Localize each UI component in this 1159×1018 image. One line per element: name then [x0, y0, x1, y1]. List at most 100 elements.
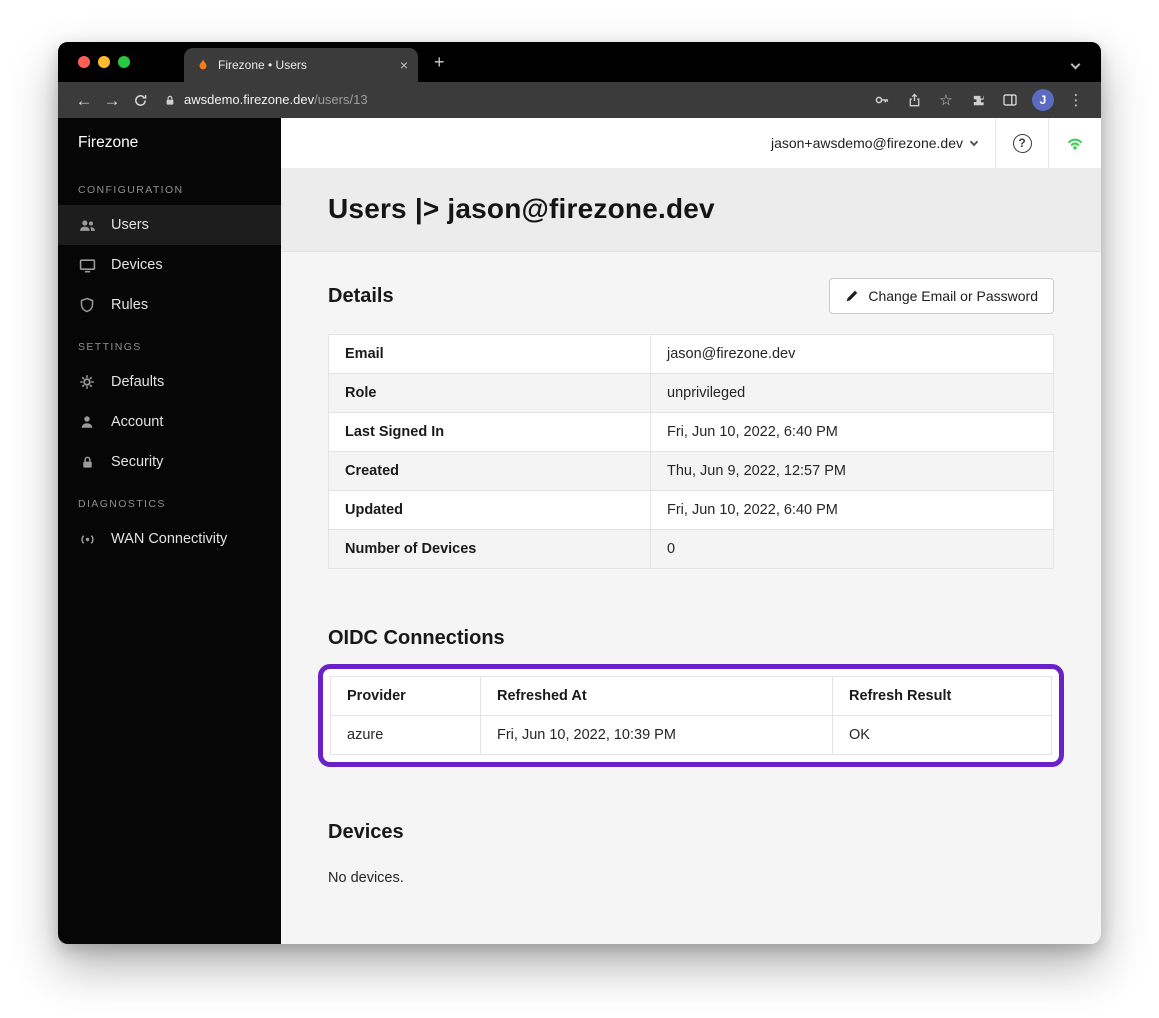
page-heading-band: Users |> jason@firezone.dev [281, 168, 1101, 252]
bookmark-star-icon[interactable]: ☆ [933, 87, 959, 113]
column-header: Refresh Result [833, 677, 1052, 716]
tab-strip: Firezone • Users × + [58, 42, 1101, 82]
sidebar-section-settings: SETTINGS [58, 325, 281, 362]
sidebar-item-label: Devices [111, 257, 163, 273]
tab-title: Firezone • Users [218, 58, 392, 72]
url-domain: awsdemo.firezone.dev [184, 92, 314, 107]
detail-value: Fri, Jun 10, 2022, 6:40 PM [651, 491, 1054, 530]
oidc-refresh-result: OK [833, 716, 1052, 755]
sidebar-item-users[interactable]: Users [58, 205, 281, 245]
detail-label: Role [329, 374, 651, 413]
annotation-highlight-box: Provider Refreshed At Refresh Result azu… [318, 664, 1064, 767]
sidebar-item-label: Rules [111, 297, 148, 313]
extensions-button[interactable] [965, 87, 991, 113]
sidebar-item-devices[interactable]: Devices [58, 245, 281, 285]
back-button[interactable]: ← [70, 86, 98, 114]
side-panel-icon [1002, 92, 1018, 108]
oidc-heading: OIDC Connections [328, 627, 1054, 650]
devices-heading: Devices [328, 821, 1054, 844]
sidebar-section-configuration: CONFIGURATION [58, 168, 281, 205]
oidc-table: Provider Refreshed At Refresh Result azu… [330, 676, 1052, 755]
pencil-icon [845, 289, 859, 303]
sidebar-item-label: Users [111, 217, 149, 233]
browser-menu-icon[interactable]: ⋮ [1063, 87, 1089, 113]
firezone-favicon-icon [196, 58, 210, 72]
person-icon [78, 414, 96, 430]
details-section-head: Details Change Email or Password [328, 278, 1054, 314]
account-email: jason+awsdemo@firezone.dev [771, 135, 963, 151]
browser-window: Firezone • Users × + ← → awsdemo.firezon… [58, 42, 1101, 944]
table-header-row: Provider Refreshed At Refresh Result [331, 677, 1052, 716]
details-heading: Details [328, 285, 394, 308]
oidc-refreshed-at: Fri, Jun 10, 2022, 10:39 PM [481, 716, 833, 755]
profile-avatar[interactable]: J [1032, 89, 1054, 111]
table-row: Last Signed In Fri, Jun 10, 2022, 6:40 P… [329, 413, 1054, 452]
forward-button[interactable]: → [98, 86, 126, 114]
main-area: jason+awsdemo@firezone.dev ? Use [281, 118, 1101, 944]
detail-label: Email [329, 335, 651, 374]
sidebar: Firezone CONFIGURATION Users [58, 118, 281, 944]
side-panel-button[interactable] [997, 87, 1023, 113]
table-row: azure Fri, Jun 10, 2022, 10:39 PM OK [331, 716, 1052, 755]
tab-search-chevron-icon[interactable] [1072, 55, 1079, 73]
change-email-password-button[interactable]: Change Email or Password [829, 278, 1054, 314]
help-icon: ? [1013, 134, 1032, 153]
account-menu[interactable]: jason+awsdemo@firezone.dev [753, 118, 995, 168]
table-row: Created Thu, Jun 9, 2022, 12:57 PM [329, 452, 1054, 491]
detail-label: Updated [329, 491, 651, 530]
new-tab-button[interactable]: + [434, 53, 445, 71]
zoom-window-button[interactable] [118, 56, 130, 68]
puzzle-icon [971, 93, 986, 108]
users-icon [78, 217, 96, 234]
close-window-button[interactable] [78, 56, 90, 68]
sidebar-item-label: WAN Connectivity [111, 531, 227, 547]
detail-value: Fri, Jun 10, 2022, 6:40 PM [651, 413, 1054, 452]
sidebar-item-defaults[interactable]: Defaults [58, 362, 281, 402]
monitor-icon [78, 257, 96, 274]
detail-value: 0 [651, 530, 1054, 569]
reload-button[interactable] [126, 86, 154, 114]
help-button[interactable]: ? [996, 118, 1048, 168]
change-button-label: Change Email or Password [868, 288, 1038, 304]
table-row: Updated Fri, Jun 10, 2022, 6:40 PM [329, 491, 1054, 530]
sidebar-section-diagnostics: DIAGNOSTICS [58, 482, 281, 519]
broadcast-icon [78, 531, 96, 548]
tab-close-icon[interactable]: × [400, 58, 408, 72]
table-row: Email jason@firezone.dev [329, 335, 1054, 374]
devices-empty-message: No devices. [328, 870, 1054, 886]
column-header: Provider [331, 677, 481, 716]
oidc-section: OIDC Connections Provider Refreshed At R… [328, 627, 1054, 767]
browser-tab[interactable]: Firezone • Users × [184, 48, 418, 82]
chevron-down-icon [970, 137, 978, 145]
detail-label: Number of Devices [329, 530, 651, 569]
toolbar-actions: ☆ J ⋮ [869, 87, 1089, 113]
detail-value: Thu, Jun 9, 2022, 12:57 PM [651, 452, 1054, 491]
address-bar[interactable]: awsdemo.firezone.dev/users/13 [154, 91, 869, 109]
reload-icon [133, 93, 148, 108]
sidebar-item-rules[interactable]: Rules [58, 285, 281, 325]
brand[interactable]: Firezone [58, 118, 281, 168]
lock-icon [78, 455, 96, 470]
sidebar-item-account[interactable]: Account [58, 402, 281, 442]
share-button[interactable] [901, 87, 927, 113]
table-row: Number of Devices 0 [329, 530, 1054, 569]
table-row: Role unprivileged [329, 374, 1054, 413]
share-icon [907, 93, 922, 108]
sidebar-item-wan-connectivity[interactable]: WAN Connectivity [58, 519, 281, 559]
detail-value: jason@firezone.dev [651, 335, 1054, 374]
detail-value: unprivileged [651, 374, 1054, 413]
key-icon [874, 92, 890, 108]
lock-icon [164, 94, 176, 107]
firezone-logo-icon [1065, 134, 1085, 152]
browser-toolbar: ← → awsdemo.firezone.dev/users/13 [58, 82, 1101, 118]
sidebar-item-label: Account [111, 414, 163, 430]
app-root: Firezone CONFIGURATION Users [58, 118, 1101, 944]
sidebar-item-security[interactable]: Security [58, 442, 281, 482]
window-controls [58, 56, 146, 68]
url-path: /users/13 [314, 92, 367, 107]
minimize-window-button[interactable] [98, 56, 110, 68]
firezone-logo-link[interactable] [1049, 118, 1101, 168]
password-manager-button[interactable] [869, 87, 895, 113]
details-table: Email jason@firezone.dev Role unprivileg… [328, 334, 1054, 569]
page-title: Users |> jason@firezone.dev [328, 193, 1054, 225]
